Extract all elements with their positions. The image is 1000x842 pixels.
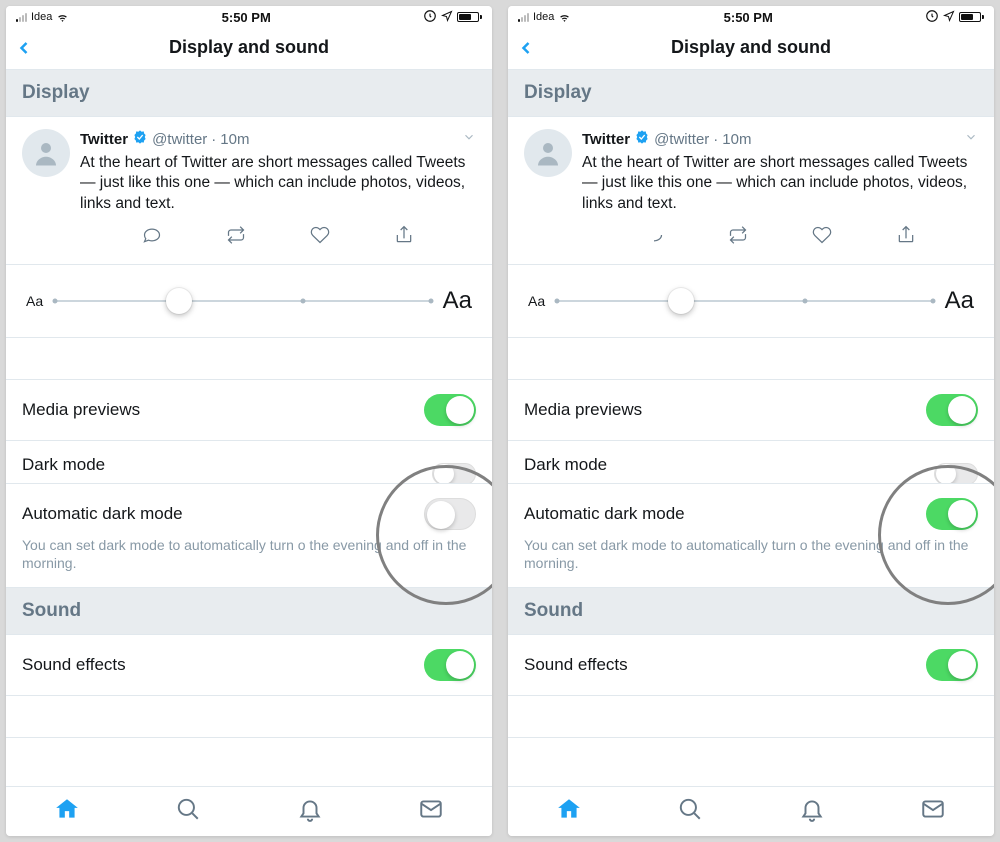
tab-messages[interactable] [418, 796, 444, 827]
retweet-icon[interactable] [226, 225, 246, 250]
wifi-icon [56, 11, 69, 24]
tab-search[interactable] [175, 796, 201, 827]
auto-dark-mode-row: Automatic dark mode You can set dark mod… [508, 484, 994, 587]
font-size-slider[interactable] [55, 300, 431, 302]
location-icon [943, 10, 955, 25]
tab-search[interactable] [677, 796, 703, 827]
reply-icon[interactable] [644, 225, 664, 250]
media-previews-row: Media previews [6, 380, 492, 441]
tweet-caret-icon[interactable] [964, 130, 978, 150]
font-small-label: Aa [26, 293, 43, 309]
reply-icon[interactable] [142, 225, 162, 250]
verified-icon [132, 129, 148, 151]
phone-screen-right: Idea 5:50 PM Display and sound Display T… [508, 6, 994, 836]
retweet-icon[interactable] [728, 225, 748, 250]
status-time: 5:50 PM [724, 10, 773, 25]
font-size-slider[interactable] [557, 300, 933, 302]
sound-effects-toggle[interactable] [424, 649, 476, 681]
avatar [524, 129, 572, 177]
font-large-label: Aa [945, 287, 974, 315]
tweet-caret-icon[interactable] [462, 130, 476, 150]
status-bar: Idea 5:50 PM [508, 6, 994, 26]
page-title: Display and sound [169, 37, 329, 58]
status-time: 5:50 PM [222, 10, 271, 25]
battery-icon [457, 12, 482, 22]
dark-mode-row: Dark mode [508, 441, 994, 484]
carrier-label: Idea [31, 11, 52, 23]
nav-header: Display and sound [6, 26, 492, 70]
rotation-lock-icon [423, 9, 437, 26]
tweet-text: At the heart of Twitter are short messag… [80, 153, 476, 216]
font-small-label: Aa [528, 293, 545, 309]
dark-mode-row: Dark mode [6, 441, 492, 484]
like-icon[interactable] [812, 225, 832, 250]
share-icon[interactable] [394, 225, 414, 250]
back-button[interactable] [14, 26, 34, 69]
font-size-slider-row: Aa Aa [6, 265, 492, 338]
sound-effects-label: Sound effects [524, 655, 926, 675]
sound-effects-row: Sound effects [6, 635, 492, 696]
dark-mode-label: Dark mode [22, 455, 432, 475]
tweet-author: Twitter [582, 130, 630, 150]
back-button[interactable] [516, 26, 536, 69]
phone-screen-left: Idea 5:50 PM Display and sound Display T… [6, 6, 492, 836]
section-header-sound: Sound [508, 588, 994, 635]
auto-dark-mode-label: Automatic dark mode [524, 504, 926, 524]
section-header-sound: Sound [6, 588, 492, 635]
location-icon [441, 10, 453, 25]
font-large-label: Aa [443, 287, 472, 315]
media-previews-toggle[interactable] [424, 394, 476, 426]
tab-notifications[interactable] [799, 796, 825, 827]
tab-messages[interactable] [920, 796, 946, 827]
section-header-display: Display [6, 70, 492, 117]
nav-header: Display and sound [508, 26, 994, 70]
auto-dark-mode-description: You can set dark mode to automatically t… [524, 536, 978, 572]
like-icon[interactable] [310, 225, 330, 250]
tweet-handle: @twitter [152, 130, 207, 150]
tweet-age: 10m [722, 130, 751, 150]
media-previews-label: Media previews [22, 400, 424, 420]
signal-icon [518, 13, 529, 22]
auto-dark-mode-toggle[interactable] [424, 498, 476, 530]
slider-thumb[interactable] [668, 288, 694, 314]
font-size-slider-row: Aa Aa [508, 265, 994, 338]
media-previews-toggle[interactable] [926, 394, 978, 426]
tab-home[interactable] [54, 796, 80, 827]
auto-dark-mode-label: Automatic dark mode [22, 504, 424, 524]
section-header-display: Display [508, 70, 994, 117]
page-title: Display and sound [671, 37, 831, 58]
signal-icon [16, 13, 27, 22]
tab-notifications[interactable] [297, 796, 323, 827]
tweet-handle: @twitter [654, 130, 709, 150]
battery-icon [959, 12, 984, 22]
sound-effects-toggle[interactable] [926, 649, 978, 681]
dark-mode-label: Dark mode [524, 455, 934, 475]
tab-bar [508, 786, 994, 836]
auto-dark-mode-description: You can set dark mode to automatically t… [22, 536, 476, 572]
carrier-label: Idea [533, 11, 554, 23]
dark-mode-toggle[interactable] [432, 463, 476, 484]
tweet-age: 10m [220, 130, 249, 150]
media-previews-label: Media previews [524, 400, 926, 420]
tweet-preview: Twitter @twitter · 10m At the heart of T… [508, 117, 994, 265]
sound-effects-label: Sound effects [22, 655, 424, 675]
sound-effects-row: Sound effects [508, 635, 994, 696]
tweet-text: At the heart of Twitter are short messag… [582, 153, 978, 216]
verified-icon [634, 129, 650, 151]
tab-home[interactable] [556, 796, 582, 827]
share-icon[interactable] [896, 225, 916, 250]
media-previews-row: Media previews [508, 380, 994, 441]
auto-dark-mode-toggle[interactable] [926, 498, 978, 530]
rotation-lock-icon [925, 9, 939, 26]
wifi-icon [558, 11, 571, 24]
tab-bar [6, 786, 492, 836]
avatar [22, 129, 70, 177]
dark-mode-toggle[interactable] [934, 463, 978, 484]
slider-thumb[interactable] [166, 288, 192, 314]
tweet-author: Twitter [80, 130, 128, 150]
auto-dark-mode-row: Automatic dark mode You can set dark mod… [6, 484, 492, 587]
tweet-preview: Twitter @twitter · 10m At the heart of T… [6, 117, 492, 265]
status-bar: Idea 5:50 PM [6, 6, 492, 26]
